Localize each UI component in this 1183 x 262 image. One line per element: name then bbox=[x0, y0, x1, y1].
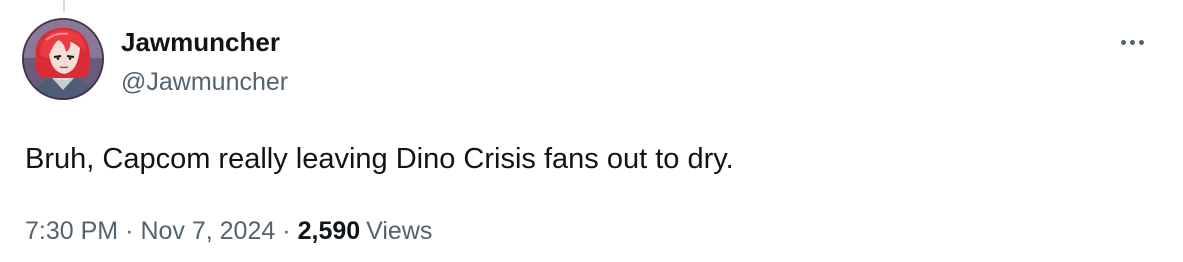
tweet-date[interactable]: Nov 7, 2024 bbox=[140, 214, 275, 248]
more-horizontal-icon bbox=[1120, 39, 1144, 45]
views-count[interactable]: 2,590 bbox=[298, 214, 361, 248]
author-handle[interactable]: @Jawmuncher bbox=[121, 66, 288, 98]
meta-separator: · bbox=[282, 217, 291, 245]
tweet-timestamp[interactable]: 7:30 PM bbox=[25, 214, 118, 248]
tweet-text: Bruh, Capcom really leaving Dino Crisis … bbox=[25, 143, 734, 175]
views-label: Views bbox=[366, 217, 433, 245]
author-display-name[interactable]: Jawmuncher bbox=[121, 26, 280, 58]
avatar[interactable] bbox=[22, 18, 104, 100]
meta-separator: · bbox=[125, 217, 134, 245]
red-haired-character-avatar-icon bbox=[22, 18, 104, 100]
tweet-metadata: 7:30 PM · Nov 7, 2024 · 2,590 Views bbox=[25, 214, 432, 248]
more-options-button[interactable] bbox=[1112, 22, 1152, 62]
thread-connector-line bbox=[63, 0, 65, 12]
